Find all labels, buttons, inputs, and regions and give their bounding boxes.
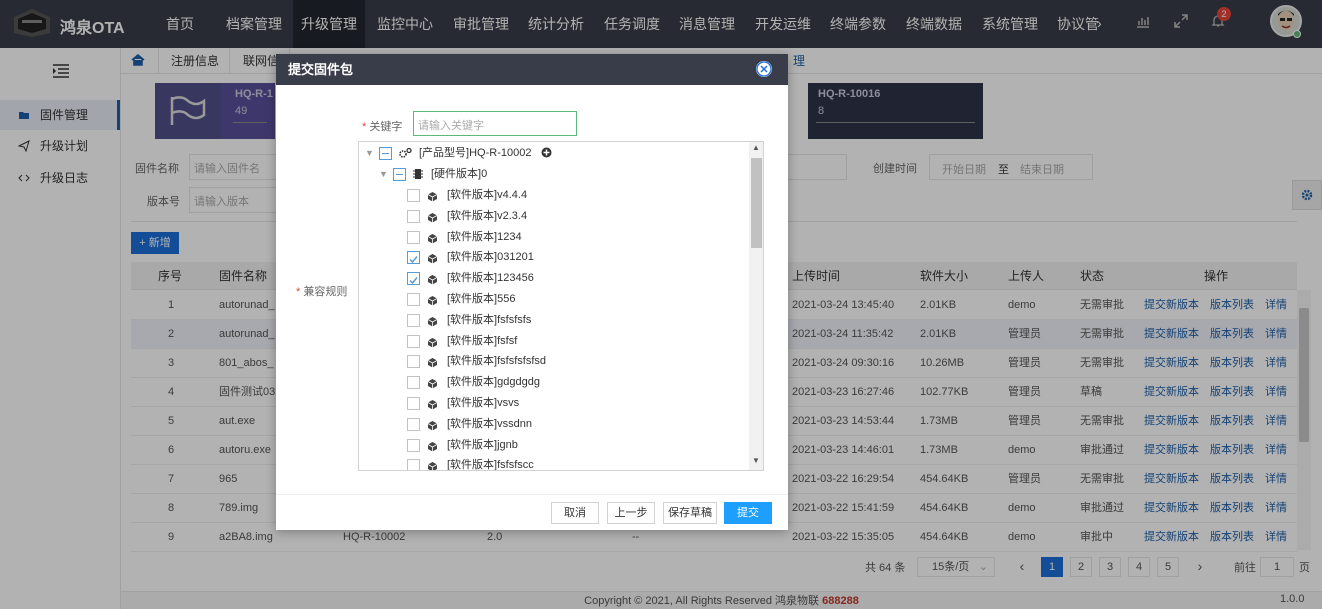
software-label: [软件版本]vsvs (447, 397, 520, 409)
software-checkbox[interactable] (407, 334, 420, 348)
software-label: [软件版本]jgnb (447, 438, 518, 451)
modal-footer: 取消 上一步 保存草稿 提交 (276, 494, 788, 530)
cube-icon (427, 314, 438, 334)
cube-icon (427, 355, 438, 375)
submit-button[interactable]: 提交 (724, 502, 772, 524)
hardware-label: [硬件版本]0 (431, 168, 488, 180)
close-icon (756, 61, 772, 77)
cube-icon (427, 293, 438, 313)
save-draft-button[interactable]: 保存草稿 (663, 502, 717, 524)
caret-down-icon[interactable]: ▼ (365, 143, 374, 163)
prev-step-button[interactable]: 上一步 (607, 502, 655, 524)
submit-firmware-modal: 提交固件包 * 关键字 请输入关键字 * 兼容规则 ▼ [产品型号]HQ-R-1… (276, 54, 788, 530)
software-label: [软件版本]fsfsfscc (447, 459, 534, 471)
rule-label-text: 兼容规则 (303, 286, 348, 298)
product-checkbox[interactable] (379, 147, 392, 160)
software-label: [软件版本]556 (447, 293, 516, 305)
software-label: [软件版本]v4.4.4 (447, 189, 528, 201)
scroll-up-icon[interactable]: ▲ (752, 143, 760, 152)
software-label: [软件版本]gdgdgdg (447, 376, 540, 389)
cancel-button[interactable]: 取消 (551, 502, 599, 524)
cube-icon (427, 272, 438, 292)
cube-icon (427, 418, 438, 438)
scroll-down-icon[interactable]: ▼ (752, 456, 760, 465)
software-checkbox[interactable] (407, 376, 420, 390)
cube-icon (427, 397, 438, 417)
cube-icon (427, 231, 438, 251)
cube-icon (427, 376, 438, 396)
compat-rule-tree: ▼ [产品型号]HQ-R-10002 ▼ [硬件版本]0 [软件版本]v4.4.… (358, 141, 764, 471)
tree-scrollbar-thumb[interactable] (751, 158, 762, 248)
cube-icon (427, 210, 438, 230)
close-button[interactable] (756, 61, 772, 77)
software-checkbox[interactable] (407, 230, 420, 244)
cube-icon (427, 251, 438, 271)
software-checkbox[interactable] (407, 355, 420, 369)
software-checkbox[interactable] (407, 251, 420, 265)
software-checkbox[interactable] (407, 313, 420, 327)
software-checkbox[interactable] (407, 438, 420, 452)
software-label: [软件版本]1234 (447, 230, 522, 243)
keyword-label: * 关键字 (362, 118, 402, 134)
software-checkbox[interactable] (407, 189, 420, 202)
software-checkbox[interactable] (407, 459, 420, 470)
cube-icon (427, 189, 438, 209)
software-label: [软件版本]v2.3.4 (447, 209, 528, 222)
caret-down-icon[interactable]: ▼ (379, 164, 388, 184)
cube-icon (427, 335, 438, 355)
software-label: [软件版本]fsfsfsfsfsd (447, 355, 547, 368)
cube-icon (427, 439, 438, 459)
software-label: [软件版本]fsfsfsfs (447, 313, 532, 326)
checkmark-icon (409, 277, 418, 285)
keyword-input[interactable]: 请输入关键字 (413, 111, 577, 136)
cogs-icon (399, 147, 412, 158)
rule-label: * 兼容规则 (296, 283, 347, 299)
plus-circle-icon[interactable] (541, 147, 552, 158)
software-label: [软件版本]vssdnn (447, 417, 532, 430)
modal-title: 提交固件包 (276, 54, 788, 85)
keyword-label-text: 关键字 (369, 121, 403, 133)
checkmark-icon (409, 256, 418, 264)
chip-icon (413, 169, 423, 179)
software-checkbox[interactable] (407, 272, 420, 286)
software-checkbox[interactable] (407, 397, 420, 410)
software-checkbox[interactable] (407, 209, 420, 223)
software-checkbox[interactable] (407, 417, 420, 431)
cube-icon (427, 459, 438, 470)
product-label: [产品型号]HQ-R-10002 (419, 147, 532, 159)
software-checkbox[interactable] (407, 293, 420, 306)
software-label: [软件版本]123456 (447, 272, 534, 285)
software-label: [软件版本]031201 (447, 251, 534, 264)
software-label: [软件版本]fsfsf (447, 334, 518, 347)
hardware-checkbox[interactable] (393, 168, 406, 181)
